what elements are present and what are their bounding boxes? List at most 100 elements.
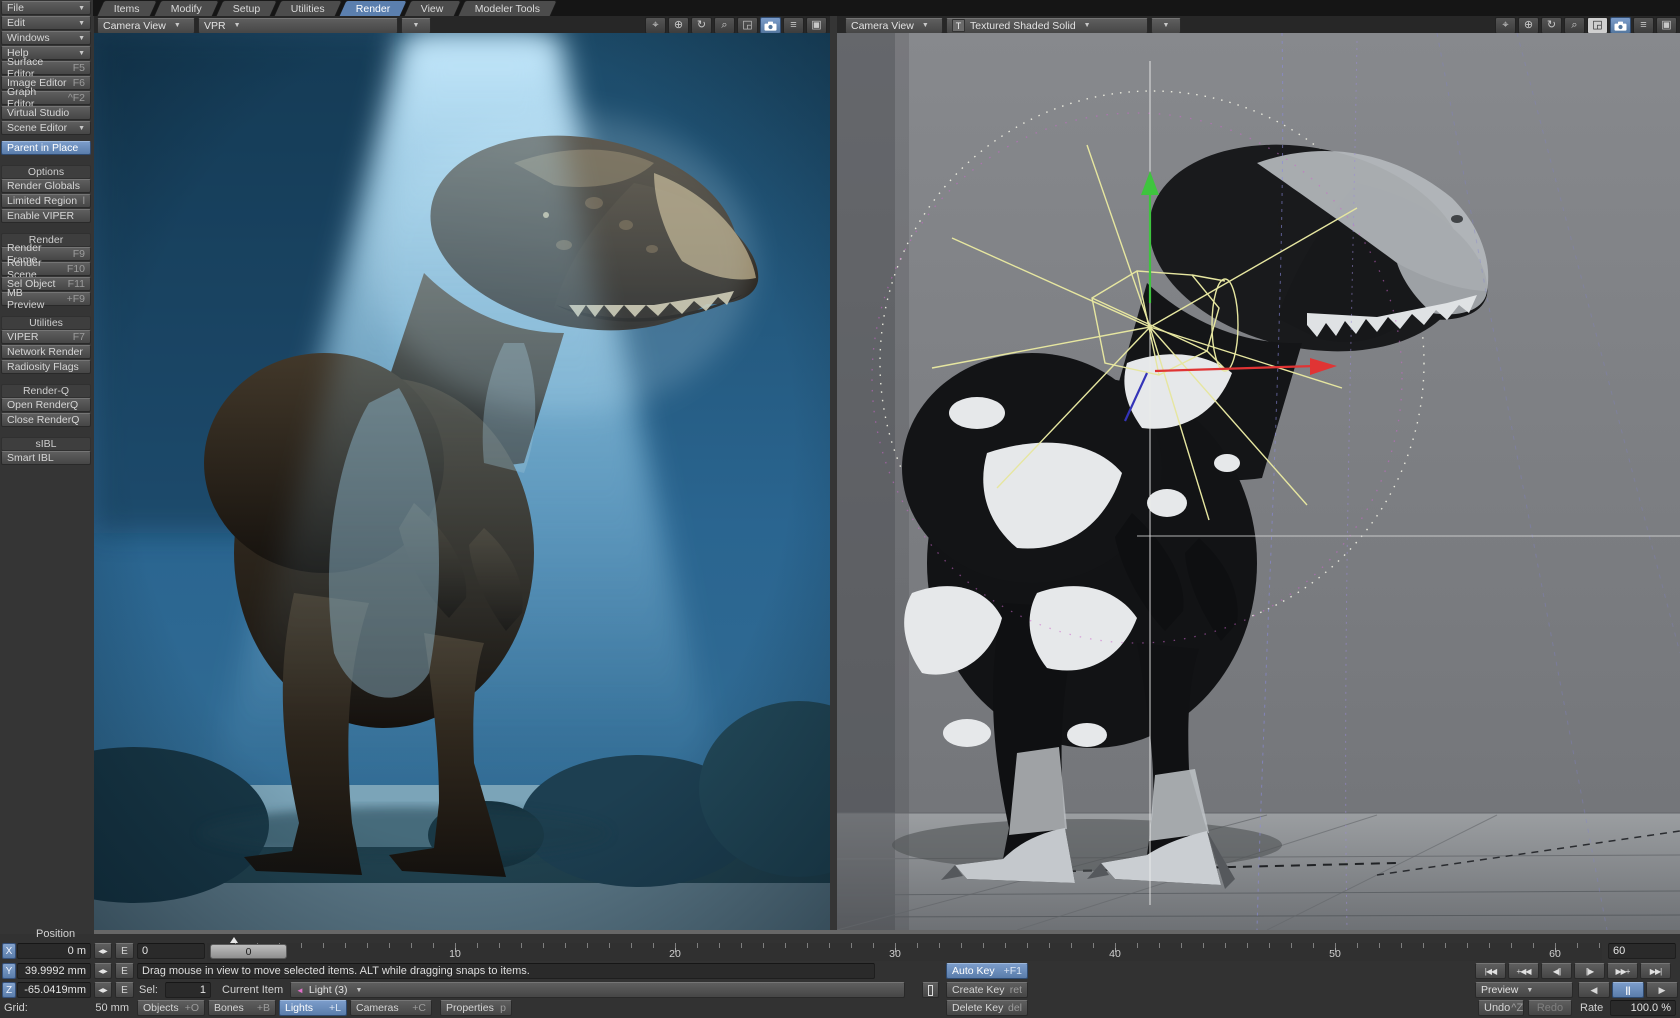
play-reverse-button[interactable]: ◀ [1578,982,1610,998]
bones-mode-button[interactable]: Bones+B [208,1000,276,1016]
step-forward-button[interactable]: ||▶ [1574,963,1605,979]
y-envelope-button[interactable]: E [115,963,134,979]
zoom-view-button[interactable]: ⌕ [714,17,735,34]
menu-edit[interactable]: Edit▼ [1,16,91,30]
menu-windows[interactable]: Windows▼ [1,31,91,45]
zoom-view-button[interactable]: ⌕ [1564,17,1585,34]
network-render-button[interactable]: Network Render [1,345,91,359]
axis-z-button[interactable]: Z [2,982,16,998]
graph-editor-button[interactable]: Graph Editor^F2 [1,91,91,105]
camera-view-button[interactable] [1610,17,1631,34]
position-y-field[interactable]: 39.9992 mm [17,963,91,979]
tab-view[interactable]: View [404,0,462,17]
delete-key-button[interactable]: Delete Keydel [946,1000,1028,1016]
surface-editor-button[interactable]: Surface EditorF5 [1,61,91,75]
cameras-mode-button[interactable]: Cameras+C [350,1000,432,1016]
objects-mode-button[interactable]: Objects+O [137,1000,205,1016]
render-mode-dropdown[interactable]: TTextured Shaded Solid▼ [946,18,1148,34]
frame-slider-handle[interactable]: 0 [210,944,287,959]
go-end-button[interactable]: ▶▶| [1640,963,1671,979]
viewport-list-button[interactable]: ≡ [783,17,804,34]
render-scene-button[interactable]: Render SceneF10 [1,262,91,276]
pan-view-button[interactable]: ⊕ [668,17,689,34]
position-z-field[interactable]: -65.0419mm [17,982,91,998]
next-key-button[interactable]: ▶▶+ [1607,963,1638,979]
auto-key-button[interactable]: Auto Key+F1 [946,963,1028,979]
maximize-viewport-button[interactable]: ◲ [737,17,758,34]
viewport-list-button[interactable]: ≡ [1633,17,1654,34]
x-spinner[interactable]: ◀▶ [94,943,112,959]
close-renderq-button[interactable]: Close RenderQ [1,413,91,427]
item-list-button[interactable] [922,982,939,998]
axis-y-button[interactable]: Y [2,963,16,979]
play-forward-button[interactable]: ▶ [1646,982,1678,998]
end-frame-field[interactable]: 60 [1608,943,1676,959]
smart-ibl-button[interactable]: Smart IBL [1,451,91,465]
expand-icon: ◲ [1592,20,1602,31]
tab-items[interactable]: Items [96,0,157,17]
z-spinner[interactable]: ◀▶ [94,982,112,998]
properties-button[interactable]: Propertiesp [440,1000,512,1016]
enable-viper-button[interactable]: Enable VIPER [1,209,91,223]
current-frame-field[interactable]: 0 [137,943,205,959]
viewport-options-dropdown[interactable]: ▼ [1151,18,1181,34]
parent-in-place-button[interactable]: Parent in Place [1,141,91,155]
current-item-dropdown[interactable]: ◄ Light (3) ▼ [290,982,905,998]
open-renderq-button[interactable]: Open RenderQ [1,398,91,412]
render-mode-dropdown[interactable]: VPR▼ [198,18,398,34]
limited-region-button[interactable]: Limited Regionl [1,194,91,208]
lights-mode-button[interactable]: Lights+L [279,1000,347,1016]
shaded-scene [837,33,1680,930]
tab-modeler-tools[interactable]: Modeler Tools [457,0,558,17]
sidebar: File▼ Edit▼ Windows▼ Help▼ Surface Edito… [0,0,93,930]
undo-button[interactable]: Undo^Z [1478,1000,1524,1016]
y-spinner[interactable]: ◀▶ [94,963,112,979]
timeline-ruler[interactable]: 0 10 20 30 40 50 60 0 [207,943,1602,961]
preview-dropdown[interactable]: Preview▼ [1475,982,1573,998]
step-back-button[interactable]: ◀|| [1541,963,1572,979]
chevron-down-icon: ▼ [78,35,85,42]
tab-setup[interactable]: Setup [215,0,278,17]
rotate-view-button[interactable]: ↻ [1541,17,1562,34]
center-icon: ⌖ [1502,20,1508,31]
maximize-viewport-button[interactable]: ◲ [1587,17,1608,34]
viewport-right-canvas[interactable] [837,33,1680,930]
tick-label: 50 [1329,948,1341,960]
tab-utilities[interactable]: Utilities [273,0,342,17]
scene-editor-button[interactable]: Scene Editor▼ [1,121,91,135]
virtual-studio-button[interactable]: Virtual Studio [1,106,91,120]
mb-preview-button[interactable]: MB Preview+F9 [1,292,91,306]
menu-file[interactable]: File▼ [1,1,91,15]
viewport-options-dropdown[interactable]: ▼ [401,18,431,34]
position-x-field[interactable]: 0 m [17,943,91,959]
rate-field[interactable]: 100.0 % [1610,1000,1676,1016]
tick-label: 40 [1109,948,1121,960]
pause-button[interactable]: || [1612,982,1644,998]
center-item-button[interactable]: ⌖ [645,17,666,34]
center-item-button[interactable]: ⌖ [1495,17,1516,34]
viewport-left-canvas[interactable] [94,33,830,930]
prev-key-button[interactable]: +◀◀ [1508,963,1539,979]
go-start-button[interactable]: |◀◀ [1475,963,1506,979]
viewport-frame-button[interactable]: ▣ [806,17,827,34]
x-envelope-button[interactable]: E [115,943,134,959]
view-type-dropdown[interactable]: Camera View▼ [845,18,943,34]
pan-view-button[interactable]: ⊕ [1518,17,1539,34]
texture-badge-icon: T [952,19,965,32]
camera-view-button[interactable] [760,17,781,34]
redo-button[interactable]: Redo [1528,1000,1572,1016]
tab-modify[interactable]: Modify [153,0,220,17]
viper-button[interactable]: VIPERF7 [1,330,91,344]
view-type-dropdown[interactable]: Camera View▼ [97,18,195,34]
grid-value: 50 mm [17,1002,129,1014]
render-globals-button[interactable]: Render Globals [1,179,91,193]
create-key-button[interactable]: Create Keyret [946,982,1028,998]
section-options: Options [1,165,91,179]
list-box-icon [928,985,933,996]
tab-render[interactable]: Render [338,0,408,17]
viewport-frame-button[interactable]: ▣ [1656,17,1677,34]
z-envelope-button[interactable]: E [115,982,134,998]
rotate-view-button[interactable]: ↻ [691,17,712,34]
axis-x-button[interactable]: X [2,943,16,959]
radiosity-flags-button[interactable]: Radiosity Flags [1,360,91,374]
